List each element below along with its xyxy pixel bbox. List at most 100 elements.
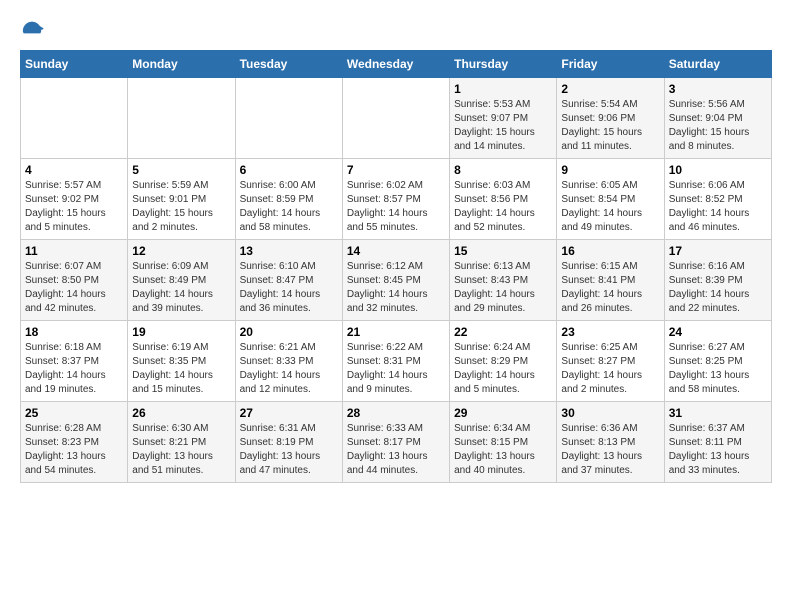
calendar-cell: 14 Sunrise: 6:12 AMSunset: 8:45 PMDayligh… [342,240,449,321]
calendar-cell: 17 Sunrise: 6:16 AMSunset: 8:39 PMDayligh… [664,240,771,321]
day-number: 30 [561,406,659,420]
day-number: 10 [669,163,767,177]
calendar-cell: 1Sunrise: 5:53 AMSunset: 9:07 PMDaylight… [450,78,557,159]
calendar-cell: 10 Sunrise: 6:06 AMSunset: 8:52 PMDayligh… [664,159,771,240]
day-number: 21 [347,325,445,339]
weekday-header-saturday: Saturday [664,51,771,78]
calendar-cell [342,78,449,159]
day-info: Sunrise: 5:57 AMSunset: 9:02 PMDaylight:… [25,179,123,235]
calendar-week-3: 11 Sunrise: 6:07 AMSunset: 8:50 PMDayligh… [21,240,772,321]
day-number: 24 [669,325,767,339]
day-number: 28 [347,406,445,420]
day-number: 2 [561,82,659,96]
calendar-cell: 15 Sunrise: 6:13 AMSunset: 8:43 PMDayligh… [450,240,557,321]
day-info: Sunrise: 6:06 AMSunset: 8:52 PMDaylight:… [669,179,767,235]
page-header [20,20,772,40]
day-info: Sunrise: 6:03 AMSunset: 8:56 PMDaylight:… [454,179,552,235]
calendar-cell: 19 Sunrise: 6:19 AMSunset: 8:35 PMDayligh… [128,321,235,402]
calendar-cell: 21 Sunrise: 6:22 AMSunset: 8:31 PMDayligh… [342,321,449,402]
day-number: 8 [454,163,552,177]
calendar-table: SundayMondayTuesdayWednesdayThursdayFrid… [20,50,772,483]
day-number: 20 [240,325,338,339]
weekday-header-friday: Friday [557,51,664,78]
day-number: 6 [240,163,338,177]
calendar-cell: 29 Sunrise: 6:34 AMSunset: 8:15 PMDayligh… [450,402,557,483]
day-info: Sunrise: 5:56 AMSunset: 9:04 PMDaylight:… [669,98,767,154]
day-info: Sunrise: 6:15 AMSunset: 8:41 PMDaylight:… [561,260,659,316]
day-info: Sunrise: 6:37 AMSunset: 8:11 PMDaylight:… [669,422,767,478]
day-info: Sunrise: 6:07 AMSunset: 8:50 PMDaylight:… [25,260,123,316]
day-info: Sunrise: 6:19 AMSunset: 8:35 PMDaylight:… [132,341,230,397]
day-number: 7 [347,163,445,177]
day-info: Sunrise: 6:16 AMSunset: 8:39 PMDaylight:… [669,260,767,316]
calendar-cell: 2 Sunrise: 5:54 AMSunset: 9:06 PMDaylight… [557,78,664,159]
calendar-cell: 20 Sunrise: 6:21 AMSunset: 8:33 PMDayligh… [235,321,342,402]
calendar-cell: 3 Sunrise: 5:56 AMSunset: 9:04 PMDaylight… [664,78,771,159]
day-info: Sunrise: 6:22 AMSunset: 8:31 PMDaylight:… [347,341,445,397]
calendar-cell: 23 Sunrise: 6:25 AMSunset: 8:27 PMDayligh… [557,321,664,402]
logo-icon [20,20,44,40]
calendar-cell: 30 Sunrise: 6:36 AMSunset: 8:13 PMDayligh… [557,402,664,483]
day-info: Sunrise: 6:10 AMSunset: 8:47 PMDaylight:… [240,260,338,316]
day-number: 11 [25,244,123,258]
calendar-cell: 27Sunrise: 6:31 AMSunset: 8:19 PMDayligh… [235,402,342,483]
day-info: Sunrise: 6:21 AMSunset: 8:33 PMDaylight:… [240,341,338,397]
day-number: 17 [669,244,767,258]
day-info: Sunrise: 6:05 AMSunset: 8:54 PMDaylight:… [561,179,659,235]
day-info: Sunrise: 6:30 AMSunset: 8:21 PMDaylight:… [132,422,230,478]
day-info: Sunrise: 6:12 AMSunset: 8:45 PMDaylight:… [347,260,445,316]
calendar-cell: 4 Sunrise: 5:57 AMSunset: 9:02 PMDaylight… [21,159,128,240]
calendar-week-4: 18Sunrise: 6:18 AMSunset: 8:37 PMDayligh… [21,321,772,402]
day-info: Sunrise: 6:36 AMSunset: 8:13 PMDaylight:… [561,422,659,478]
calendar-cell [128,78,235,159]
day-number: 13 [240,244,338,258]
day-info: Sunrise: 6:34 AMSunset: 8:15 PMDaylight:… [454,422,552,478]
weekday-header-sunday: Sunday [21,51,128,78]
day-number: 19 [132,325,230,339]
day-info: Sunrise: 5:59 AMSunset: 9:01 PMDaylight:… [132,179,230,235]
calendar-week-1: 1Sunrise: 5:53 AMSunset: 9:07 PMDaylight… [21,78,772,159]
calendar-cell: 13 Sunrise: 6:10 AMSunset: 8:47 PMDayligh… [235,240,342,321]
calendar-cell: 12 Sunrise: 6:09 AMSunset: 8:49 PMDayligh… [128,240,235,321]
day-number: 23 [561,325,659,339]
day-number: 5 [132,163,230,177]
calendar-cell: 7 Sunrise: 6:02 AMSunset: 8:57 PMDaylight… [342,159,449,240]
day-info: Sunrise: 5:54 AMSunset: 9:06 PMDaylight:… [561,98,659,154]
day-number: 27 [240,406,338,420]
day-number: 14 [347,244,445,258]
day-number: 4 [25,163,123,177]
day-number: 9 [561,163,659,177]
day-number: 22 [454,325,552,339]
day-info: Sunrise: 6:28 AMSunset: 8:23 PMDaylight:… [25,422,123,478]
weekday-header-tuesday: Tuesday [235,51,342,78]
calendar-cell: 18Sunrise: 6:18 AMSunset: 8:37 PMDayligh… [21,321,128,402]
calendar-cell: 11 Sunrise: 6:07 AMSunset: 8:50 PMDayligh… [21,240,128,321]
day-number: 16 [561,244,659,258]
calendar-cell: 9 Sunrise: 6:05 AMSunset: 8:54 PMDaylight… [557,159,664,240]
weekday-header-thursday: Thursday [450,51,557,78]
day-number: 25 [25,406,123,420]
day-info: Sunrise: 6:27 AMSunset: 8:25 PMDaylight:… [669,341,767,397]
day-info: Sunrise: 6:09 AMSunset: 8:49 PMDaylight:… [132,260,230,316]
day-number: 31 [669,406,767,420]
weekday-header-monday: Monday [128,51,235,78]
day-number: 26 [132,406,230,420]
day-info: Sunrise: 6:33 AMSunset: 8:17 PMDaylight:… [347,422,445,478]
day-info: Sunrise: 6:02 AMSunset: 8:57 PMDaylight:… [347,179,445,235]
calendar-week-2: 4 Sunrise: 5:57 AMSunset: 9:02 PMDaylight… [21,159,772,240]
day-info: Sunrise: 6:25 AMSunset: 8:27 PMDaylight:… [561,341,659,397]
calendar-cell [235,78,342,159]
day-info: Sunrise: 6:24 AMSunset: 8:29 PMDaylight:… [454,341,552,397]
logo [20,20,52,40]
calendar-cell: 26 Sunrise: 6:30 AMSunset: 8:21 PMDayligh… [128,402,235,483]
day-number: 15 [454,244,552,258]
day-number: 3 [669,82,767,96]
calendar-header-row: SundayMondayTuesdayWednesdayThursdayFrid… [21,51,772,78]
day-info: Sunrise: 5:53 AMSunset: 9:07 PMDaylight:… [454,98,552,154]
weekday-header-wednesday: Wednesday [342,51,449,78]
day-info: Sunrise: 6:18 AMSunset: 8:37 PMDaylight:… [25,341,123,397]
day-number: 29 [454,406,552,420]
day-info: Sunrise: 6:13 AMSunset: 8:43 PMDaylight:… [454,260,552,316]
calendar-cell: 22 Sunrise: 6:24 AMSunset: 8:29 PMDayligh… [450,321,557,402]
day-number: 12 [132,244,230,258]
